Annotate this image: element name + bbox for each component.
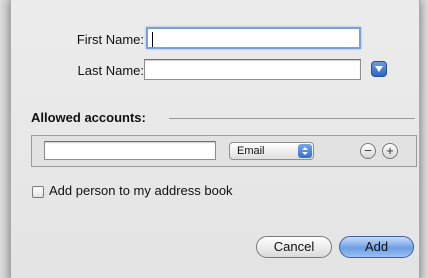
- backdrop-left: [0, 0, 10, 278]
- first-name-label: First Name:: [76, 32, 144, 47]
- add-button[interactable]: Add: [339, 236, 414, 258]
- account-type-value: Email: [237, 145, 265, 157]
- text-caret: [152, 32, 153, 47]
- first-name-field[interactable]: [146, 27, 361, 49]
- add-person-sheet: First Name: Last Name: Allowed accounts:…: [10, 0, 420, 278]
- remove-account-button[interactable]: −: [360, 143, 376, 159]
- add-account-button[interactable]: +: [382, 143, 398, 159]
- chevron-down-icon: [375, 66, 383, 72]
- select-arrows-icon: [298, 144, 312, 158]
- account-address-field[interactable]: [44, 141, 216, 160]
- cancel-button[interactable]: Cancel: [256, 236, 332, 258]
- add-to-address-book-checkbox[interactable]: [32, 186, 44, 198]
- account-type-select[interactable]: Email: [229, 142, 314, 160]
- allowed-accounts-title: Allowed accounts:: [31, 110, 146, 125]
- section-divider: [169, 118, 415, 119]
- last-name-options-button[interactable]: [371, 61, 387, 77]
- accounts-row: Email − +: [31, 135, 417, 167]
- last-name-field[interactable]: [144, 59, 361, 80]
- last-name-label: Last Name:: [77, 63, 144, 78]
- add-to-address-book-label: Add person to my address book: [49, 183, 233, 198]
